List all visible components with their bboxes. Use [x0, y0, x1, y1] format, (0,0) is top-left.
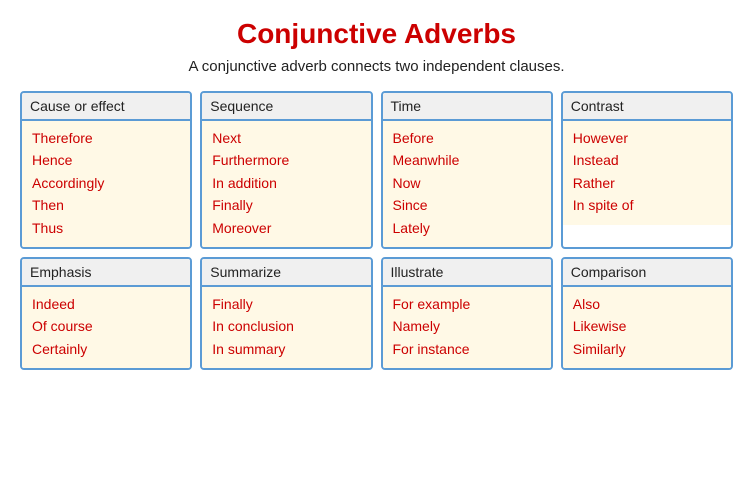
card-header-cause-effect: Cause or effect	[22, 93, 190, 121]
card-body-illustrate: For exampleNamelyFor instance	[383, 287, 551, 368]
card-body-contrast: HoweverInsteadRatherIn spite of	[563, 121, 731, 225]
card-header-comparison: Comparison	[563, 259, 731, 287]
term-item: Since	[393, 194, 541, 216]
term-item: In summary	[212, 338, 360, 360]
term-item: Certainly	[32, 338, 180, 360]
card-header-summarize: Summarize	[202, 259, 370, 287]
term-item: Rather	[573, 172, 721, 194]
card-header-time: Time	[383, 93, 551, 121]
term-item: Meanwhile	[393, 149, 541, 171]
term-item: Hence	[32, 149, 180, 171]
term-item: Likewise	[573, 315, 721, 337]
term-item: In spite of	[573, 194, 721, 216]
term-item: Now	[393, 172, 541, 194]
term-item: Indeed	[32, 293, 180, 315]
term-item: Finally	[212, 194, 360, 216]
card-contrast: ContrastHoweverInsteadRatherIn spite of	[561, 91, 733, 249]
card-body-cause-effect: ThereforeHenceAccordinglyThenThus	[22, 121, 190, 247]
card-cause-effect: Cause or effectThereforeHenceAccordingly…	[20, 91, 192, 249]
card-body-comparison: AlsoLikewiseSimilarly	[563, 287, 731, 368]
term-item: In addition	[212, 172, 360, 194]
card-time: TimeBeforeMeanwhileNowSinceLately	[381, 91, 553, 249]
card-header-emphasis: Emphasis	[22, 259, 190, 287]
card-header-sequence: Sequence	[202, 93, 370, 121]
card-illustrate: IllustrateFor exampleNamelyFor instance	[381, 257, 553, 370]
card-body-emphasis: IndeedOf courseCertainly	[22, 287, 190, 368]
term-item: Instead	[573, 149, 721, 171]
card-header-illustrate: Illustrate	[383, 259, 551, 287]
term-item: Namely	[393, 315, 541, 337]
page-title: Conjunctive Adverbs	[237, 18, 516, 50]
term-item: Furthermore	[212, 149, 360, 171]
term-item: Thus	[32, 217, 180, 239]
term-item: Next	[212, 127, 360, 149]
term-item: Also	[573, 293, 721, 315]
term-item: Accordingly	[32, 172, 180, 194]
term-item: Lately	[393, 217, 541, 239]
card-sequence: SequenceNextFurthermoreIn additionFinall…	[200, 91, 372, 249]
card-header-contrast: Contrast	[563, 93, 731, 121]
term-item: Before	[393, 127, 541, 149]
card-body-summarize: FinallyIn conclusionIn summary	[202, 287, 370, 368]
card-body-time: BeforeMeanwhileNowSinceLately	[383, 121, 551, 247]
term-item: Finally	[212, 293, 360, 315]
term-item: For example	[393, 293, 541, 315]
term-item: Of course	[32, 315, 180, 337]
cards-grid: Cause or effectThereforeHenceAccordingly…	[20, 91, 733, 370]
term-item: Moreover	[212, 217, 360, 239]
term-item: Therefore	[32, 127, 180, 149]
card-body-sequence: NextFurthermoreIn additionFinallyMoreove…	[202, 121, 370, 247]
card-emphasis: EmphasisIndeedOf courseCertainly	[20, 257, 192, 370]
term-item: However	[573, 127, 721, 149]
term-item: For instance	[393, 338, 541, 360]
term-item: Then	[32, 194, 180, 216]
subtitle: A conjunctive adverb connects two indepe…	[188, 58, 564, 75]
card-summarize: SummarizeFinallyIn conclusionIn summary	[200, 257, 372, 370]
term-item: Similarly	[573, 338, 721, 360]
card-comparison: ComparisonAlsoLikewiseSimilarly	[561, 257, 733, 370]
term-item: In conclusion	[212, 315, 360, 337]
